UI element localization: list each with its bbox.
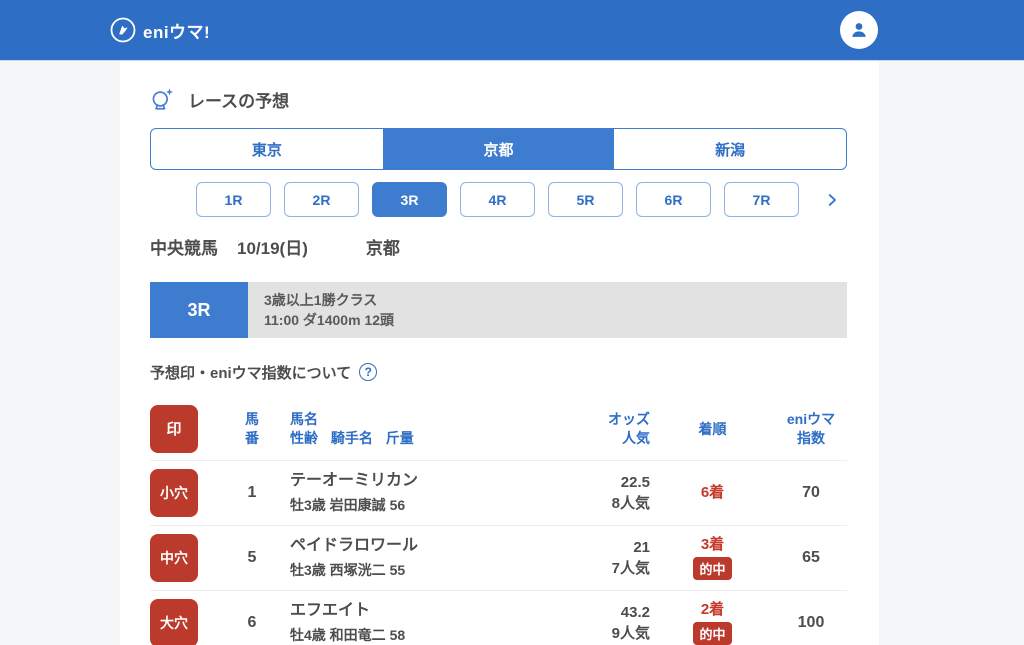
popularity: 8人気	[611, 495, 650, 512]
table-row: 小穴 1 テーオーミリカン 牡3歳 岩田康誠 56 22.5 8人気 6着 70	[150, 460, 847, 525]
race-number-badge: 3R	[150, 282, 248, 338]
mark-badge: 大穴	[150, 599, 198, 645]
header-mark: 印	[150, 405, 214, 453]
race-info-banner: 3R 3歳以上1勝クラス 11:00 ダ1400m 12頭	[150, 282, 847, 338]
race-button-2r[interactable]: 2R	[284, 182, 359, 217]
horse-head-icon	[110, 17, 136, 43]
popularity: 9人気	[611, 625, 650, 642]
crystal-ball-icon	[150, 86, 176, 112]
finish-position: 2着	[700, 601, 725, 618]
popularity: 7人気	[611, 560, 650, 577]
race-button-5r[interactable]: 5R	[548, 182, 623, 217]
odds-value: 43.2	[620, 604, 650, 621]
odds-cell: 22.5 8人気	[560, 472, 650, 514]
result-cell: 3着 的中	[650, 536, 775, 580]
content-card: レースの予想 東京 京都 新潟 1R 2R 3R 4R 5R 6R 7R 中央競…	[120, 60, 879, 645]
table-header-row: 印 馬 番 馬名 性齢 騎手名 斤量 オッズ 人気 着順 eniウマ 指数	[150, 398, 847, 460]
logo-text: eniウマ!	[143, 22, 211, 42]
section-title: レースの予想	[150, 86, 847, 112]
meta-venue: 京都	[365, 239, 400, 258]
race-button-3r[interactable]: 3R	[372, 182, 447, 217]
app-header: eniウマ!	[0, 0, 1024, 60]
horse-name: テーオーミリカン	[290, 472, 419, 489]
meta-date: 10/19(日)	[237, 239, 308, 258]
table-row: 大穴 6 エフエイト 牡4歳 和田竜二 58 43.2 9人気 2着 的中 10…	[150, 590, 847, 645]
table-row: 中穴 5 ペイドラロワール 牡3歳 西塚洸二 55 21 7人気 3着 的中 6…	[150, 525, 847, 590]
horse-name: ペイドラロワール	[290, 537, 419, 554]
horse-number: 6	[247, 614, 257, 631]
horse-name: エフエイト	[290, 602, 371, 619]
horse-cell: エフエイト 牡4歳 和田竜二 58	[290, 601, 560, 645]
mark-badge: 中穴	[150, 534, 198, 582]
page-title: レースの予想	[188, 91, 290, 111]
race-meta: 中央競馬 10/19(日) 京都	[150, 238, 847, 260]
odds-cell: 43.2 9人気	[560, 602, 650, 644]
mark-badge: 小穴	[150, 469, 198, 517]
odds-value: 21	[633, 539, 650, 556]
odds-value: 22.5	[620, 474, 650, 491]
race-button-7r[interactable]: 7R	[724, 182, 799, 217]
race-button-4r[interactable]: 4R	[460, 182, 535, 217]
horse-detail: 牡4歳 和田竜二 58	[290, 627, 406, 643]
header-number: 馬 番	[245, 411, 259, 446]
tab-kyoto[interactable]: 京都	[382, 129, 615, 169]
about-label: 予想印・eniウマ指数について	[150, 364, 352, 382]
tab-tokyo[interactable]: 東京	[151, 129, 383, 169]
tab-niigata[interactable]: 新潟	[614, 129, 846, 169]
horse-detail: 牡3歳 西塚洸二 55	[290, 562, 406, 578]
venue-tabs: 東京 京都 新潟	[150, 128, 847, 170]
account-button[interactable]	[840, 11, 878, 49]
eniuma-index: 70	[802, 484, 820, 501]
chevron-right-icon	[823, 191, 841, 209]
header-result: 着順	[698, 420, 727, 437]
race-class: 3歳以上1勝クラス	[264, 292, 378, 308]
eniuma-index: 100	[797, 614, 825, 631]
result-cell: 6着	[650, 484, 775, 502]
next-races-button[interactable]	[823, 191, 841, 209]
header-odds: オッズ 人気	[608, 411, 650, 446]
horse-cell: ペイドラロワール 牡3歳 西塚洸二 55	[290, 536, 560, 580]
horse-number: 1	[247, 484, 257, 501]
eniuma-index: 65	[802, 549, 820, 566]
race-details: 11:00 ダ1400m 12頭	[264, 312, 394, 328]
header-horse: 馬名 性齢 騎手名 斤量	[290, 411, 414, 446]
result-cell: 2着 的中	[650, 601, 775, 645]
mark-header-badge: 印	[150, 405, 198, 453]
horse-cell: テーオーミリカン 牡3歳 岩田康誠 56	[290, 471, 560, 515]
prediction-table: 印 馬 番 馬名 性齢 騎手名 斤量 オッズ 人気 着順 eniウマ 指数 小穴…	[150, 398, 847, 645]
race-button-1r[interactable]: 1R	[196, 182, 271, 217]
meta-category: 中央競馬	[150, 239, 218, 258]
finish-position: 3着	[700, 536, 725, 553]
hit-badge: 的中	[693, 557, 732, 580]
race-selector: 1R 2R 3R 4R 5R 6R 7R	[150, 182, 847, 217]
race-description: 3歳以上1勝クラス 11:00 ダ1400m 12頭	[248, 282, 847, 338]
odds-cell: 21 7人気	[560, 537, 650, 579]
horse-number: 5	[247, 549, 257, 566]
finish-position: 6着	[700, 484, 725, 501]
help-icon[interactable]: ?	[359, 363, 378, 381]
header-index: eniウマ 指数	[786, 411, 836, 446]
about-row: 予想印・eniウマ指数について ?	[150, 362, 847, 382]
app-logo[interactable]: eniウマ!	[110, 17, 210, 43]
race-button-6r[interactable]: 6R	[636, 182, 711, 217]
horse-detail: 牡3歳 岩田康誠 56	[290, 497, 406, 513]
person-icon	[848, 19, 870, 41]
hit-badge: 的中	[693, 622, 732, 645]
